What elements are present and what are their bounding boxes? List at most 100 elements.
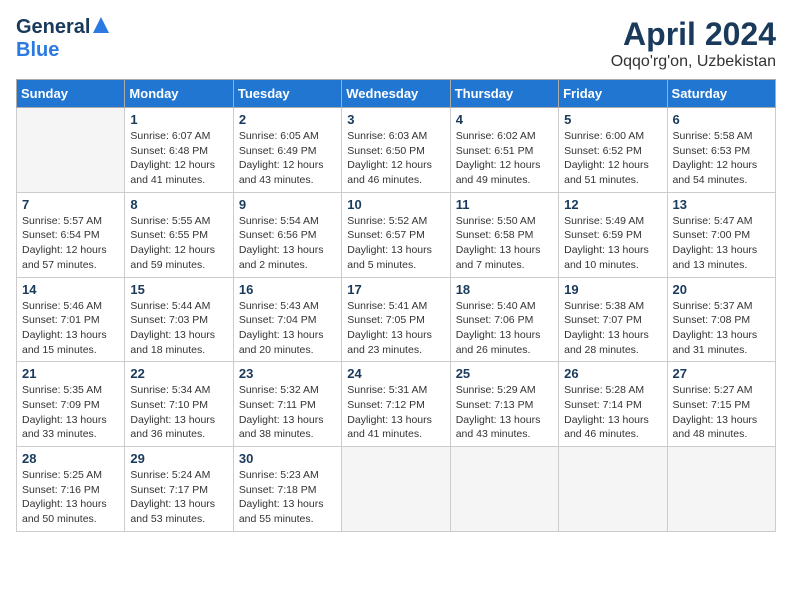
calendar-week-row: 7 Sunrise: 5:57 AMSunset: 6:54 PMDaylight…	[17, 192, 776, 277]
logo-general: General	[16, 16, 90, 39]
table-row: 23 Sunrise: 5:32 AMSunset: 7:11 PMDayligh…	[233, 362, 341, 447]
day-detail: Sunrise: 6:05 AMSunset: 6:49 PMDaylight:…	[239, 129, 336, 188]
day-detail: Sunrise: 5:52 AMSunset: 6:57 PMDaylight:…	[347, 214, 444, 273]
day-detail: Sunrise: 5:35 AMSunset: 7:09 PMDaylight:…	[22, 383, 119, 442]
calendar-header-row: Sunday Monday Tuesday Wednesday Thursday…	[17, 80, 776, 108]
page-header: General Blue April 2024 Oqqo'rg'on, Uzbe…	[16, 16, 776, 71]
logo: General Blue	[16, 16, 110, 62]
table-row: 21Sunrise: 5:35 AMSunset: 7:09 PMDayligh…	[17, 362, 125, 447]
day-number: 15	[130, 282, 227, 297]
table-row: 9Sunrise: 5:54 AMSunset: 6:56 PMDaylight…	[233, 192, 341, 277]
day-number: 8	[130, 197, 227, 212]
table-row: 30 Sunrise: 5:23 AMSunset: 7:18 PMDayligh…	[233, 447, 341, 532]
day-number: 13	[673, 197, 770, 212]
day-number: 6	[673, 112, 770, 127]
table-row: 2Sunrise: 6:05 AMSunset: 6:49 PMDaylight…	[233, 108, 341, 193]
calendar-week-row: 14 Sunrise: 5:46 AMSunset: 7:01 PMDayligh…	[17, 277, 776, 362]
day-number: 30	[239, 451, 336, 466]
day-number: 1	[130, 112, 227, 127]
table-row: 26 Sunrise: 5:28 AMSunset: 7:14 PMDayligh…	[559, 362, 667, 447]
day-number: 24	[347, 366, 444, 381]
header-friday: Friday	[559, 80, 667, 108]
calendar-week-row: 28 Sunrise: 5:25 AMSunset: 7:16 PMDayligh…	[17, 447, 776, 532]
table-row: 19Sunrise: 5:38 AMSunset: 7:07 PMDayligh…	[559, 277, 667, 362]
day-detail: Sunrise: 6:02 AMSunset: 6:51 PMDaylight:…	[456, 129, 553, 188]
day-detail: Sunrise: 5:58 AMSunset: 6:53 PMDaylight:…	[673, 129, 770, 188]
day-detail: Sunrise: 5:34 AMSunset: 7:10 PMDaylight:…	[130, 383, 227, 442]
day-detail: Sunrise: 5:23 AMSunset: 7:18 PMDaylight:…	[239, 468, 336, 527]
logo-icon	[92, 16, 110, 34]
day-detail: Sunrise: 5:25 AMSunset: 7:16 PMDaylight:…	[22, 468, 119, 527]
table-row: 5Sunrise: 6:00 AMSunset: 6:52 PMDaylight…	[559, 108, 667, 193]
day-number: 4	[456, 112, 553, 127]
table-row: 8 Sunrise: 5:55 AMSunset: 6:55 PMDaylight…	[125, 192, 233, 277]
table-row: 13 Sunrise: 5:47 AMSunset: 7:00 PMDayligh…	[667, 192, 775, 277]
table-row: 28 Sunrise: 5:25 AMSunset: 7:16 PMDayligh…	[17, 447, 125, 532]
table-row: 27 Sunrise: 5:27 AMSunset: 7:15 PMDayligh…	[667, 362, 775, 447]
table-row: 15 Sunrise: 5:44 AMSunset: 7:03 PMDayligh…	[125, 277, 233, 362]
day-number: 26	[564, 366, 661, 381]
day-detail: Sunrise: 5:50 AMSunset: 6:58 PMDaylight:…	[456, 214, 553, 273]
day-number: 9	[239, 197, 336, 212]
header-sunday: Sunday	[17, 80, 125, 108]
day-detail: Sunrise: 5:40 AMSunset: 7:06 PMDaylight:…	[456, 299, 553, 358]
table-row: 16 Sunrise: 5:43 AMSunset: 7:04 PMDayligh…	[233, 277, 341, 362]
day-number: 16	[239, 282, 336, 297]
day-number: 10	[347, 197, 444, 212]
header-wednesday: Wednesday	[342, 80, 450, 108]
day-detail: Sunrise: 5:32 AMSunset: 7:11 PMDaylight:…	[239, 383, 336, 442]
day-detail: Sunrise: 5:46 AMSunset: 7:01 PMDaylight:…	[22, 299, 119, 358]
calendar-week-row: 21Sunrise: 5:35 AMSunset: 7:09 PMDayligh…	[17, 362, 776, 447]
day-detail: Sunrise: 5:24 AMSunset: 7:17 PMDaylight:…	[130, 468, 227, 527]
day-detail: Sunrise: 5:43 AMSunset: 7:04 PMDaylight:…	[239, 299, 336, 358]
day-number: 25	[456, 366, 553, 381]
day-number: 17	[347, 282, 444, 297]
calendar-table: Sunday Monday Tuesday Wednesday Thursday…	[16, 79, 776, 532]
day-number: 23	[239, 366, 336, 381]
day-detail: Sunrise: 6:00 AMSunset: 6:52 PMDaylight:…	[564, 129, 661, 188]
day-detail: Sunrise: 5:47 AMSunset: 7:00 PMDaylight:…	[673, 214, 770, 273]
header-saturday: Saturday	[667, 80, 775, 108]
day-number: 28	[22, 451, 119, 466]
table-row	[450, 447, 558, 532]
table-row: 11 Sunrise: 5:50 AMSunset: 6:58 PMDayligh…	[450, 192, 558, 277]
table-row	[667, 447, 775, 532]
table-row: 18 Sunrise: 5:40 AMSunset: 7:06 PMDayligh…	[450, 277, 558, 362]
table-row	[342, 447, 450, 532]
table-row: 3 Sunrise: 6:03 AMSunset: 6:50 PMDaylight…	[342, 108, 450, 193]
day-number: 22	[130, 366, 227, 381]
day-number: 12	[564, 197, 661, 212]
day-detail: Sunrise: 5:28 AMSunset: 7:14 PMDaylight:…	[564, 383, 661, 442]
day-detail: Sunrise: 5:29 AMSunset: 7:13 PMDaylight:…	[456, 383, 553, 442]
table-row: 20Sunrise: 5:37 AMSunset: 7:08 PMDayligh…	[667, 277, 775, 362]
day-number: 7	[22, 197, 119, 212]
day-detail: Sunrise: 5:57 AMSunset: 6:54 PMDaylight:…	[22, 214, 119, 273]
day-detail: Sunrise: 5:44 AMSunset: 7:03 PMDaylight:…	[130, 299, 227, 358]
day-number: 18	[456, 282, 553, 297]
table-row	[17, 108, 125, 193]
location-title: Oqqo'rg'on, Uzbekistan	[611, 53, 776, 71]
table-row: 14 Sunrise: 5:46 AMSunset: 7:01 PMDayligh…	[17, 277, 125, 362]
day-detail: Sunrise: 5:49 AMSunset: 6:59 PMDaylight:…	[564, 214, 661, 273]
day-detail: Sunrise: 5:55 AMSunset: 6:55 PMDaylight:…	[130, 214, 227, 273]
header-monday: Monday	[125, 80, 233, 108]
day-number: 19	[564, 282, 661, 297]
logo-blue: Blue	[16, 39, 59, 62]
header-thursday: Thursday	[450, 80, 558, 108]
day-detail: Sunrise: 5:31 AMSunset: 7:12 PMDaylight:…	[347, 383, 444, 442]
day-number: 14	[22, 282, 119, 297]
day-number: 11	[456, 197, 553, 212]
title-block: April 2024 Oqqo'rg'on, Uzbekistan	[611, 16, 776, 71]
day-detail: Sunrise: 6:03 AMSunset: 6:50 PMDaylight:…	[347, 129, 444, 188]
day-number: 27	[673, 366, 770, 381]
table-row: 7 Sunrise: 5:57 AMSunset: 6:54 PMDaylight…	[17, 192, 125, 277]
table-row: 6 Sunrise: 5:58 AMSunset: 6:53 PMDaylight…	[667, 108, 775, 193]
day-detail: Sunrise: 6:07 AMSunset: 6:48 PMDaylight:…	[130, 129, 227, 188]
day-detail: Sunrise: 5:41 AMSunset: 7:05 PMDaylight:…	[347, 299, 444, 358]
day-number: 3	[347, 112, 444, 127]
day-number: 20	[673, 282, 770, 297]
table-row: 25 Sunrise: 5:29 AMSunset: 7:13 PMDayligh…	[450, 362, 558, 447]
table-row: 1 Sunrise: 6:07 AMSunset: 6:48 PMDaylight…	[125, 108, 233, 193]
header-tuesday: Tuesday	[233, 80, 341, 108]
day-detail: Sunrise: 5:27 AMSunset: 7:15 PMDaylight:…	[673, 383, 770, 442]
